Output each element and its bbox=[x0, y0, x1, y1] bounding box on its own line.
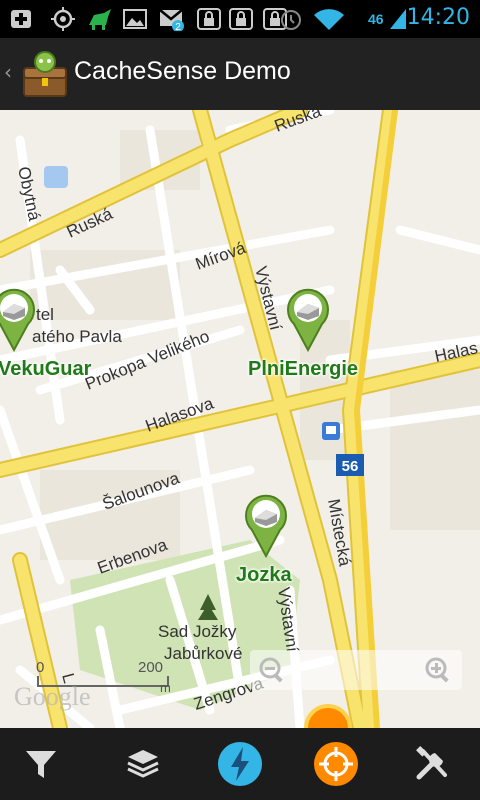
cache-label[interactable]: PlniEnergie bbox=[248, 358, 358, 381]
map-view[interactable]: Ruska Ruská Obytná Mírová Výstavní Proko… bbox=[0, 110, 480, 728]
scale-unit: m bbox=[160, 680, 171, 695]
layers-icon bbox=[127, 750, 159, 778]
lightning-button[interactable] bbox=[216, 740, 264, 788]
add-icon bbox=[11, 10, 31, 28]
water-area bbox=[44, 166, 68, 188]
wifi-icon bbox=[314, 9, 344, 30]
poi-label: atého Pavla bbox=[32, 327, 122, 346]
tools-button[interactable] bbox=[408, 740, 456, 788]
google-logo: Google bbox=[14, 682, 91, 711]
zoom-out-icon[interactable] bbox=[258, 656, 286, 684]
image-icon bbox=[123, 9, 147, 29]
signal-icon bbox=[390, 9, 406, 29]
zoom-controls bbox=[250, 650, 462, 690]
android-icon bbox=[89, 9, 111, 30]
scale-label: 200 bbox=[138, 659, 163, 676]
gmail-icon: 2 bbox=[159, 9, 184, 31]
clock: 14:20 bbox=[406, 5, 470, 30]
road-number: 56 bbox=[342, 458, 359, 475]
app-title: CacheSense Demo bbox=[74, 57, 291, 85]
tools-icon bbox=[416, 746, 447, 780]
treasure-chest-robot-icon[interactable] bbox=[18, 48, 72, 102]
my-location-marker[interactable] bbox=[304, 704, 352, 728]
action-bar: ‹ CacheSense Demo bbox=[0, 38, 480, 110]
up-icon[interactable]: ‹ bbox=[4, 60, 12, 84]
target-icon bbox=[314, 742, 358, 786]
network-type: 46 bbox=[368, 11, 384, 27]
map-canvas: Ruska Ruská Obytná Mírová Výstavní Proko… bbox=[0, 110, 480, 728]
bottom-action-bar bbox=[0, 728, 480, 800]
gmail-badge: 2 bbox=[175, 22, 181, 31]
park-label: Sad Jožky bbox=[158, 622, 237, 641]
cache-pin[interactable] bbox=[244, 492, 288, 558]
lightning-icon bbox=[218, 742, 262, 786]
cache-label[interactable]: Jozka bbox=[236, 564, 292, 587]
cache-pin[interactable] bbox=[286, 286, 330, 352]
park-label: Jabůrkové bbox=[164, 644, 242, 663]
filter-icon bbox=[26, 751, 56, 778]
alarm-icon bbox=[281, 10, 301, 30]
cache-label[interactable]: VekuGuar bbox=[0, 358, 91, 381]
locate-button[interactable] bbox=[312, 740, 360, 788]
cache-pin[interactable] bbox=[0, 286, 36, 352]
filter-button[interactable] bbox=[17, 740, 65, 788]
street-label: Obytná bbox=[14, 165, 44, 223]
poi-label: tel bbox=[36, 305, 54, 324]
lock-icon bbox=[229, 8, 253, 30]
lock-icon bbox=[197, 8, 221, 30]
gps-icon bbox=[51, 7, 75, 31]
zoom-in-icon[interactable] bbox=[424, 656, 452, 684]
layers-button[interactable] bbox=[119, 740, 167, 788]
status-bar: 2 46 14:20 bbox=[0, 0, 480, 38]
scale-zero: 0 bbox=[36, 659, 44, 676]
